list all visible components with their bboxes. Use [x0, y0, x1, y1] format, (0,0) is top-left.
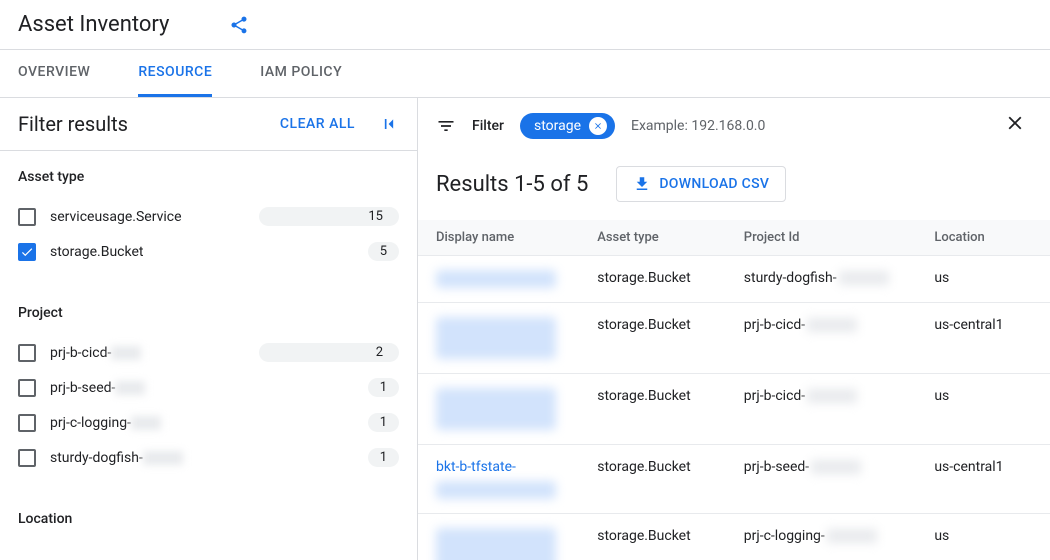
- tabs: OVERVIEW RESOURCE IAM POLICY: [0, 50, 1050, 98]
- table-row: bkt-b-tfstate- storage.Bucket prj-b-seed…: [418, 445, 1050, 514]
- cell-project: prj-c-logging-: [744, 528, 935, 544]
- filter-sidebar: Filter results CLEAR ALL Asset type serv…: [0, 98, 418, 560]
- filter-icon: [436, 116, 456, 136]
- table-row: storage.Bucket sturdy-dogfish- us: [418, 256, 1050, 303]
- download-icon: [633, 175, 651, 193]
- count-badge: 15: [259, 207, 399, 226]
- cell-asset: storage.Bucket: [597, 388, 744, 404]
- filter-label: Filter: [472, 118, 504, 134]
- results-table: Display name Asset type Project Id Locat…: [418, 220, 1050, 560]
- cell-project: sturdy-dogfish-: [744, 270, 935, 286]
- filter-section-project: Project prj-b-cicd- 2 prj-b-seed- 1 prj-…: [0, 287, 417, 493]
- collapse-sidebar-icon[interactable]: [379, 114, 399, 134]
- cell-display[interactable]: [436, 528, 597, 560]
- table-row: storage.Bucket prj-c-logging- us: [418, 514, 1050, 560]
- filter-section-asset-type: Asset type serviceusage.Service 15 stora…: [0, 151, 417, 287]
- close-icon[interactable]: [1004, 112, 1026, 140]
- chip-text: storage: [534, 118, 581, 134]
- download-csv-button[interactable]: DOWNLOAD CSV: [616, 166, 786, 202]
- filter-bar: Filter storage Example: 192.168.0.0: [418, 98, 1050, 154]
- checkbox-serviceusage[interactable]: [18, 208, 36, 226]
- filter-hint[interactable]: Example: 192.168.0.0: [631, 118, 765, 134]
- cell-location: us-central1: [934, 459, 1032, 475]
- filter-section-title: Location: [18, 511, 399, 527]
- sidebar-header: Filter results CLEAR ALL: [0, 98, 417, 151]
- share-icon[interactable]: [229, 15, 249, 35]
- results-header: Results 1-5 of 5 DOWNLOAD CSV: [418, 154, 1050, 220]
- filter-item: storage.Bucket 5: [18, 234, 399, 269]
- col-header-location[interactable]: Location: [934, 230, 1032, 245]
- col-header-asset[interactable]: Asset type: [597, 230, 744, 245]
- tab-overview[interactable]: OVERVIEW: [18, 50, 90, 97]
- cell-asset: storage.Bucket: [597, 528, 744, 544]
- filter-item: prj-b-seed- 1: [18, 370, 399, 405]
- filter-label: prj-c-logging-: [50, 415, 161, 431]
- count-badge: 2: [259, 343, 399, 362]
- count-badge: 1: [368, 448, 399, 467]
- filter-label: prj-b-cicd-: [50, 345, 141, 361]
- chip-remove-icon[interactable]: [589, 117, 607, 135]
- count-badge: 1: [368, 378, 399, 397]
- filter-item: sturdy-dogfish- 1: [18, 440, 399, 475]
- cell-project: prj-b-cicd-: [744, 317, 935, 333]
- filter-section-title: Project: [18, 305, 399, 321]
- cell-display[interactable]: [436, 388, 597, 430]
- cell-display[interactable]: bkt-b-tfstate-: [436, 459, 597, 499]
- filter-item: serviceusage.Service 15: [18, 199, 399, 234]
- checkbox-project[interactable]: [18, 344, 36, 362]
- cell-display[interactable]: [436, 317, 597, 359]
- table-header: Display name Asset type Project Id Locat…: [418, 220, 1050, 256]
- cell-project: prj-b-cicd-: [744, 388, 935, 404]
- filter-label: serviceusage.Service: [50, 209, 182, 225]
- cell-location: us: [934, 270, 1032, 286]
- checkbox-project[interactable]: [18, 449, 36, 467]
- checkbox-project[interactable]: [18, 379, 36, 397]
- cell-location: us-central1: [934, 317, 1032, 333]
- cell-display[interactable]: [436, 270, 597, 288]
- page-title: Asset Inventory: [18, 12, 169, 37]
- filter-label: sturdy-dogfish-: [50, 450, 183, 466]
- cell-asset: storage.Bucket: [597, 317, 744, 333]
- table-row: storage.Bucket prj-b-cicd- us: [418, 374, 1050, 445]
- count-badge: 1: [368, 413, 399, 432]
- results-title: Results 1-5 of 5: [436, 172, 588, 197]
- cell-asset: storage.Bucket: [597, 270, 744, 286]
- cell-project: prj-b-seed-: [744, 459, 935, 475]
- col-header-project[interactable]: Project Id: [744, 230, 935, 245]
- cell-location: us: [934, 528, 1032, 544]
- filter-label: prj-b-seed-: [50, 380, 145, 396]
- filter-label: storage.Bucket: [50, 244, 143, 260]
- filter-section-title: Asset type: [18, 169, 399, 185]
- cell-asset: storage.Bucket: [597, 459, 744, 475]
- checkbox-storage-bucket[interactable]: [18, 243, 36, 261]
- filter-item: prj-c-logging- 1: [18, 405, 399, 440]
- checkbox-project[interactable]: [18, 414, 36, 432]
- download-label: DOWNLOAD CSV: [659, 176, 769, 192]
- filter-section-location: Location: [0, 493, 417, 559]
- tab-iam-policy[interactable]: IAM POLICY: [260, 50, 342, 97]
- count-badge: 5: [368, 242, 399, 261]
- table-row: storage.Bucket prj-b-cicd- us-central1: [418, 303, 1050, 374]
- filter-item: prj-b-cicd- 2: [18, 335, 399, 370]
- filter-results-title: Filter results: [18, 112, 128, 136]
- filter-chip-storage: storage: [520, 113, 615, 139]
- content: Filter results CLEAR ALL Asset type serv…: [0, 98, 1050, 560]
- tab-resource[interactable]: RESOURCE: [138, 50, 212, 97]
- page-header: Asset Inventory: [0, 0, 1050, 50]
- sidebar-actions: CLEAR ALL: [280, 114, 399, 134]
- clear-all-button[interactable]: CLEAR ALL: [280, 116, 355, 132]
- col-header-display[interactable]: Display name: [436, 230, 597, 245]
- main-panel: Filter storage Example: 192.168.0.0 Resu…: [418, 98, 1050, 560]
- cell-location: us: [934, 388, 1032, 404]
